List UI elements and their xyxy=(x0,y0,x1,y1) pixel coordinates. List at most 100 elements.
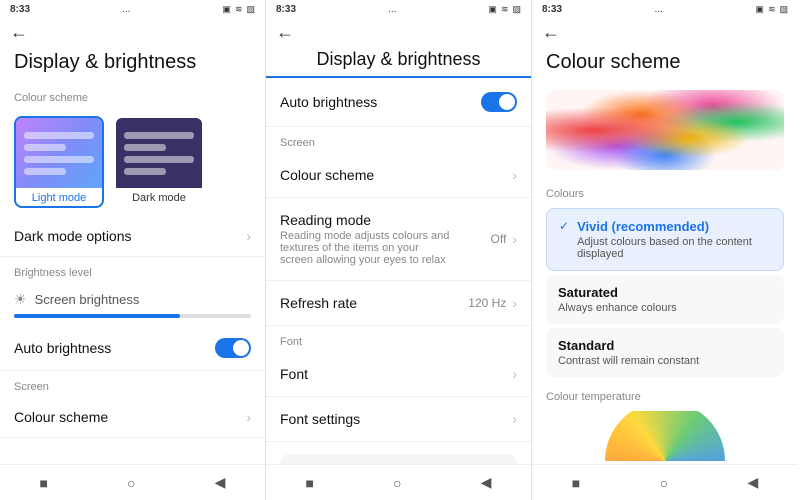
dark-line-2 xyxy=(124,144,166,151)
back-button-3[interactable]: ← xyxy=(532,18,798,47)
status-icons-2: ▣ ≋ ▨ xyxy=(488,4,521,15)
colour-option-standard[interactable]: Standard Contrast will remain constant xyxy=(546,328,784,377)
panel-colour-scheme: 8:33 ... ▣ ≋ ▨ ← Colour scheme Colours ✓… xyxy=(532,0,798,500)
pencil-visual xyxy=(546,90,784,170)
refresh-rate-value: 120 Hz xyxy=(468,296,506,310)
time-3: 8:33 xyxy=(542,4,562,15)
dark-mode-label: Dark mode xyxy=(116,188,202,206)
auto-brightness-row-2[interactable]: Auto brightness xyxy=(266,78,531,127)
chevron-reading: › xyxy=(512,231,517,247)
auto-brightness-toggle-2[interactable] xyxy=(481,92,517,112)
panel3-content: Colours ✓ Vivid (recommended) Adjust col… xyxy=(532,82,798,500)
page-title-3: Colour scheme xyxy=(532,47,798,82)
dark-line-3 xyxy=(124,156,194,163)
status-dots-1: ... xyxy=(122,4,130,15)
reading-mode-row[interactable]: Reading mode Reading mode adjusts colour… xyxy=(266,198,531,281)
colour-scheme-label-2: Colour scheme xyxy=(280,167,374,183)
theme-card-dark[interactable]: Dark mode xyxy=(114,116,204,208)
auto-brightness-label-1: Auto brightness xyxy=(14,340,111,356)
slider-fill xyxy=(14,314,180,318)
colour-scheme-label-1: Colour scheme xyxy=(0,82,265,108)
theme-line-3 xyxy=(24,156,94,163)
reading-mode-value: Off xyxy=(491,232,507,246)
dark-line-4 xyxy=(124,168,166,175)
nav-square-3[interactable]: ■ xyxy=(572,475,580,491)
theme-line-2 xyxy=(24,144,66,151)
nav-triangle-3[interactable]: ◀ xyxy=(747,474,758,491)
nav-triangle-1[interactable]: ◀ xyxy=(215,474,226,491)
auto-brightness-row[interactable]: Auto brightness xyxy=(0,326,265,371)
bottom-nav-2: ■ ○ ◀ xyxy=(266,464,531,500)
chevron-dark-mode: › xyxy=(246,228,251,244)
bottom-nav-3: ■ ○ ◀ xyxy=(532,464,798,500)
chevron-refresh: › xyxy=(512,295,517,311)
screen-label-2: Screen xyxy=(266,127,531,153)
panel2-content: Auto brightness Screen Colour scheme › R… xyxy=(266,78,531,500)
sun-icon: ☀ xyxy=(14,291,27,308)
nav-triangle-2[interactable]: ◀ xyxy=(481,474,492,491)
font-row[interactable]: Font › xyxy=(266,352,531,397)
vivid-checkmark: ✓ xyxy=(559,219,569,233)
saturated-sub: Always enhance colours xyxy=(558,302,772,314)
font-label: Font xyxy=(280,366,308,382)
reading-mode-sub: Reading mode adjusts colours and texture… xyxy=(280,230,450,266)
nav-square-1[interactable]: ■ xyxy=(40,475,48,491)
dark-line-1 xyxy=(124,132,194,139)
reading-mode-label: Reading mode xyxy=(280,212,450,228)
nav-square-2[interactable]: ■ xyxy=(306,475,314,491)
refresh-rate-label: Refresh rate xyxy=(280,295,357,311)
colour-image xyxy=(546,90,784,170)
colour-semicircle xyxy=(605,411,725,461)
colour-scheme-row-2[interactable]: Colour scheme › xyxy=(266,153,531,198)
time-2: 8:33 xyxy=(276,4,296,15)
status-icons-1: ▣ ≋ ▨ xyxy=(222,4,255,15)
status-bar-2: 8:33 ... ▣ ≋ ▨ xyxy=(266,0,531,18)
nav-circle-2[interactable]: ○ xyxy=(393,475,401,491)
status-dots-2: ... xyxy=(388,4,396,15)
chevron-font: › xyxy=(512,366,517,382)
theme-row: Light mode Dark mode xyxy=(0,108,265,216)
status-icons-3: ▣ ≋ ▨ xyxy=(755,4,788,15)
vivid-title: Vivid (recommended) xyxy=(577,219,771,234)
nav-circle-3[interactable]: ○ xyxy=(660,475,668,491)
vivid-sub: Adjust colours based on the content disp… xyxy=(577,236,771,260)
colour-option-saturated[interactable]: Saturated Always enhance colours xyxy=(546,275,784,324)
back-button-1[interactable]: ← xyxy=(0,18,265,47)
nav-circle-1[interactable]: ○ xyxy=(127,475,135,491)
font-settings-label: Font settings xyxy=(280,411,360,427)
colour-scheme-row-1[interactable]: Colour scheme › xyxy=(0,397,265,438)
panel-display-brightness-settings: 8:33 ... ▣ ≋ ▨ ← Display & brightness Au… xyxy=(266,0,532,500)
font-settings-row[interactable]: Font settings › xyxy=(266,397,531,442)
dark-mode-options-label: Dark mode options xyxy=(14,228,132,244)
colour-temperature-visual xyxy=(546,411,784,461)
font-section-label: Font xyxy=(266,326,531,352)
saturated-title: Saturated xyxy=(558,285,772,300)
light-mode-label: Light mode xyxy=(16,188,102,206)
auto-brightness-toggle-1[interactable] xyxy=(215,338,251,358)
panel-display-brightness-main: 8:33 ... ▣ ≋ ▨ ← Display & brightness Co… xyxy=(0,0,266,500)
status-dots-3: ... xyxy=(655,4,663,15)
theme-card-light[interactable]: Light mode xyxy=(14,116,104,208)
brightness-row: ☀ Screen brightness xyxy=(0,283,265,326)
chevron-colour-scheme: › xyxy=(246,409,251,425)
brightness-slider[interactable] xyxy=(14,314,251,318)
colour-option-vivid[interactable]: ✓ Vivid (recommended) Adjust colours bas… xyxy=(546,208,784,271)
colour-scheme-row-label: Colour scheme xyxy=(14,409,108,425)
screen-label-1: Screen xyxy=(0,371,265,397)
refresh-rate-row[interactable]: Refresh rate 120 Hz › xyxy=(266,281,531,326)
colour-temp-label: Colour temperature xyxy=(532,381,798,407)
standard-sub: Contrast will remain constant xyxy=(558,355,772,367)
theme-line-1 xyxy=(24,132,94,139)
auto-brightness-label-2: Auto brightness xyxy=(280,94,377,110)
theme-line-4 xyxy=(24,168,66,175)
chevron-colour-2: › xyxy=(512,167,517,183)
chevron-font-settings: › xyxy=(512,411,517,427)
screen-brightness-label: Screen brightness xyxy=(35,292,140,307)
colours-label: Colours xyxy=(532,178,798,204)
back-button-2[interactable]: ← xyxy=(266,18,531,47)
time-1: 8:33 xyxy=(10,4,30,15)
dark-mode-options-row[interactable]: Dark mode options › xyxy=(0,216,265,257)
status-bar-3: 8:33 ... ▣ ≋ ▨ xyxy=(532,0,798,18)
brightness-level-label: Brightness level xyxy=(0,257,265,283)
panel1-content: Colour scheme Light mode Dark mod xyxy=(0,82,265,500)
